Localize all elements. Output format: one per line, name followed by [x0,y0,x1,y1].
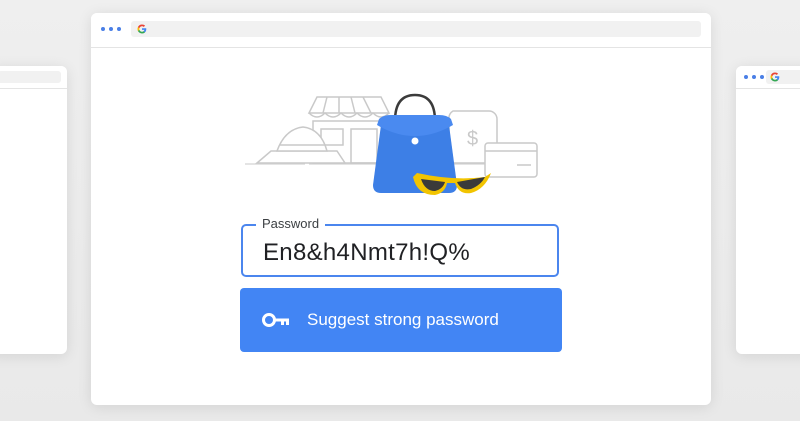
background-browser-window-right [736,66,800,354]
password-value[interactable]: En8&h4Nmt7h!Q% [263,239,470,267]
shopping-illustration: $ [245,93,541,195]
address-bar [0,71,61,83]
browser-titlebar [736,66,800,89]
key-icon [262,313,289,327]
browser-titlebar [91,13,711,48]
three-dots-icon[interactable] [101,27,121,31]
google-g-icon [770,72,780,82]
three-dots-icon[interactable] [744,75,764,79]
svg-text:$: $ [467,128,478,150]
background-browser-window-left [0,66,67,354]
suggest-button-label: Suggest strong password [307,310,499,329]
credit-card-icon [484,142,538,178]
stage: $ Password En8&h4Nmt7h!Q% Suggest strong… [0,0,800,421]
address-bar[interactable] [766,70,800,84]
password-label: Password [256,216,326,232]
password-field[interactable]: Password En8&h4Nmt7h!Q% [241,216,559,277]
address-bar[interactable] [131,21,701,37]
google-g-icon [137,24,147,34]
browser-titlebar [0,66,67,89]
suggest-strong-password-button[interactable]: Suggest strong password [240,288,562,352]
main-browser-window: $ Password En8&h4Nmt7h!Q% Suggest strong… [91,13,711,405]
